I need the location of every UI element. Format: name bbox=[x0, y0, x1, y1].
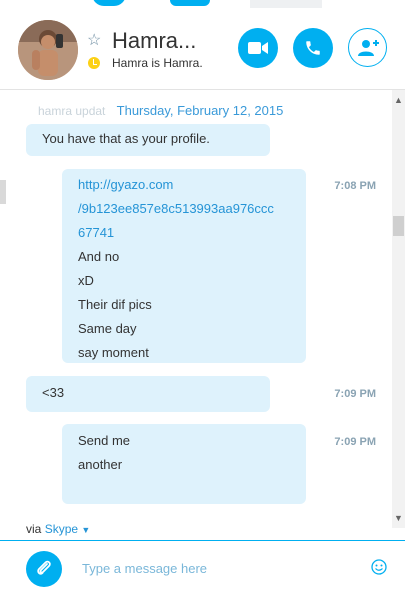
message-timestamp: 7:09 PM bbox=[334, 388, 376, 400]
chevron-down-icon[interactable]: ▼ bbox=[81, 525, 90, 535]
paperclip-icon bbox=[37, 560, 51, 575]
window-edge bbox=[0, 180, 6, 204]
conversation-header: ☆ Hamra... Hamra is Hamra. bbox=[0, 8, 405, 90]
avatar[interactable] bbox=[18, 20, 78, 80]
message-line: <33 bbox=[42, 385, 65, 400]
add-participant-button[interactable] bbox=[348, 28, 387, 67]
scroll-up-arrow-icon[interactable]: ▲ bbox=[392, 94, 405, 106]
message-input[interactable]: Type a message here bbox=[82, 561, 207, 576]
top-tab-fragment bbox=[250, 0, 322, 8]
message-history[interactable]: hamra updat Thursday, February 12, 2015 … bbox=[8, 90, 392, 538]
message-link[interactable]: 67741 bbox=[78, 221, 274, 245]
skype-logo-fragment bbox=[170, 0, 210, 6]
message-line: Same day bbox=[78, 321, 137, 336]
message-link[interactable]: http://gyazo.com bbox=[78, 173, 274, 197]
compose-bar: Type a message here bbox=[0, 541, 405, 589]
add-person-icon bbox=[357, 39, 379, 56]
video-call-button[interactable] bbox=[238, 28, 278, 68]
message-bubble[interactable]: You have that as your profile. bbox=[26, 124, 270, 156]
message-line: xD bbox=[78, 273, 94, 288]
mood-message: Hamra is Hamra. bbox=[112, 56, 203, 70]
message-bubble[interactable]: <33 bbox=[26, 376, 270, 412]
attach-button[interactable] bbox=[26, 551, 62, 587]
favorite-star-icon[interactable]: ☆ bbox=[87, 30, 101, 50]
message-timestamp: 7:08 PM bbox=[334, 180, 376, 192]
message-bubble[interactable]: http://gyazo.com /9b123ee857e8c513993aa9… bbox=[62, 169, 306, 363]
message-line: You have that as your profile. bbox=[42, 131, 210, 146]
video-call-icon bbox=[248, 42, 268, 54]
service-name[interactable]: Skype bbox=[45, 522, 78, 536]
message-line: Their dif pics bbox=[78, 297, 152, 312]
message-timestamp: 7:09 PM bbox=[334, 436, 376, 448]
message-bubble[interactable]: Send me another bbox=[62, 424, 306, 504]
chat-scrollbar[interactable]: ▲ ▼ bbox=[392, 90, 405, 528]
message-link[interactable]: /9b123ee857e8c513993aa976ccc bbox=[78, 197, 274, 221]
emoticon-icon[interactable] bbox=[371, 559, 387, 575]
message-line: say moment bbox=[78, 345, 149, 360]
skype-logo-fragment bbox=[92, 0, 126, 6]
conversation-date: Thursday, February 12, 2015 bbox=[116, 103, 284, 118]
via-service-selector[interactable]: via Skype ▼ bbox=[26, 522, 90, 536]
audio-call-button[interactable] bbox=[293, 28, 333, 68]
message-line: And no bbox=[78, 249, 120, 264]
via-label: via bbox=[26, 522, 42, 536]
scrollbar-thumb[interactable] bbox=[393, 216, 404, 236]
contact-name[interactable]: Hamra... bbox=[112, 28, 196, 54]
message-line: Send me bbox=[78, 433, 131, 448]
phone-icon bbox=[306, 41, 320, 55]
scroll-down-arrow-icon[interactable]: ▼ bbox=[392, 512, 405, 524]
away-status-icon bbox=[88, 57, 100, 69]
window-top-strip bbox=[0, 0, 405, 8]
message-line: another bbox=[78, 457, 123, 472]
